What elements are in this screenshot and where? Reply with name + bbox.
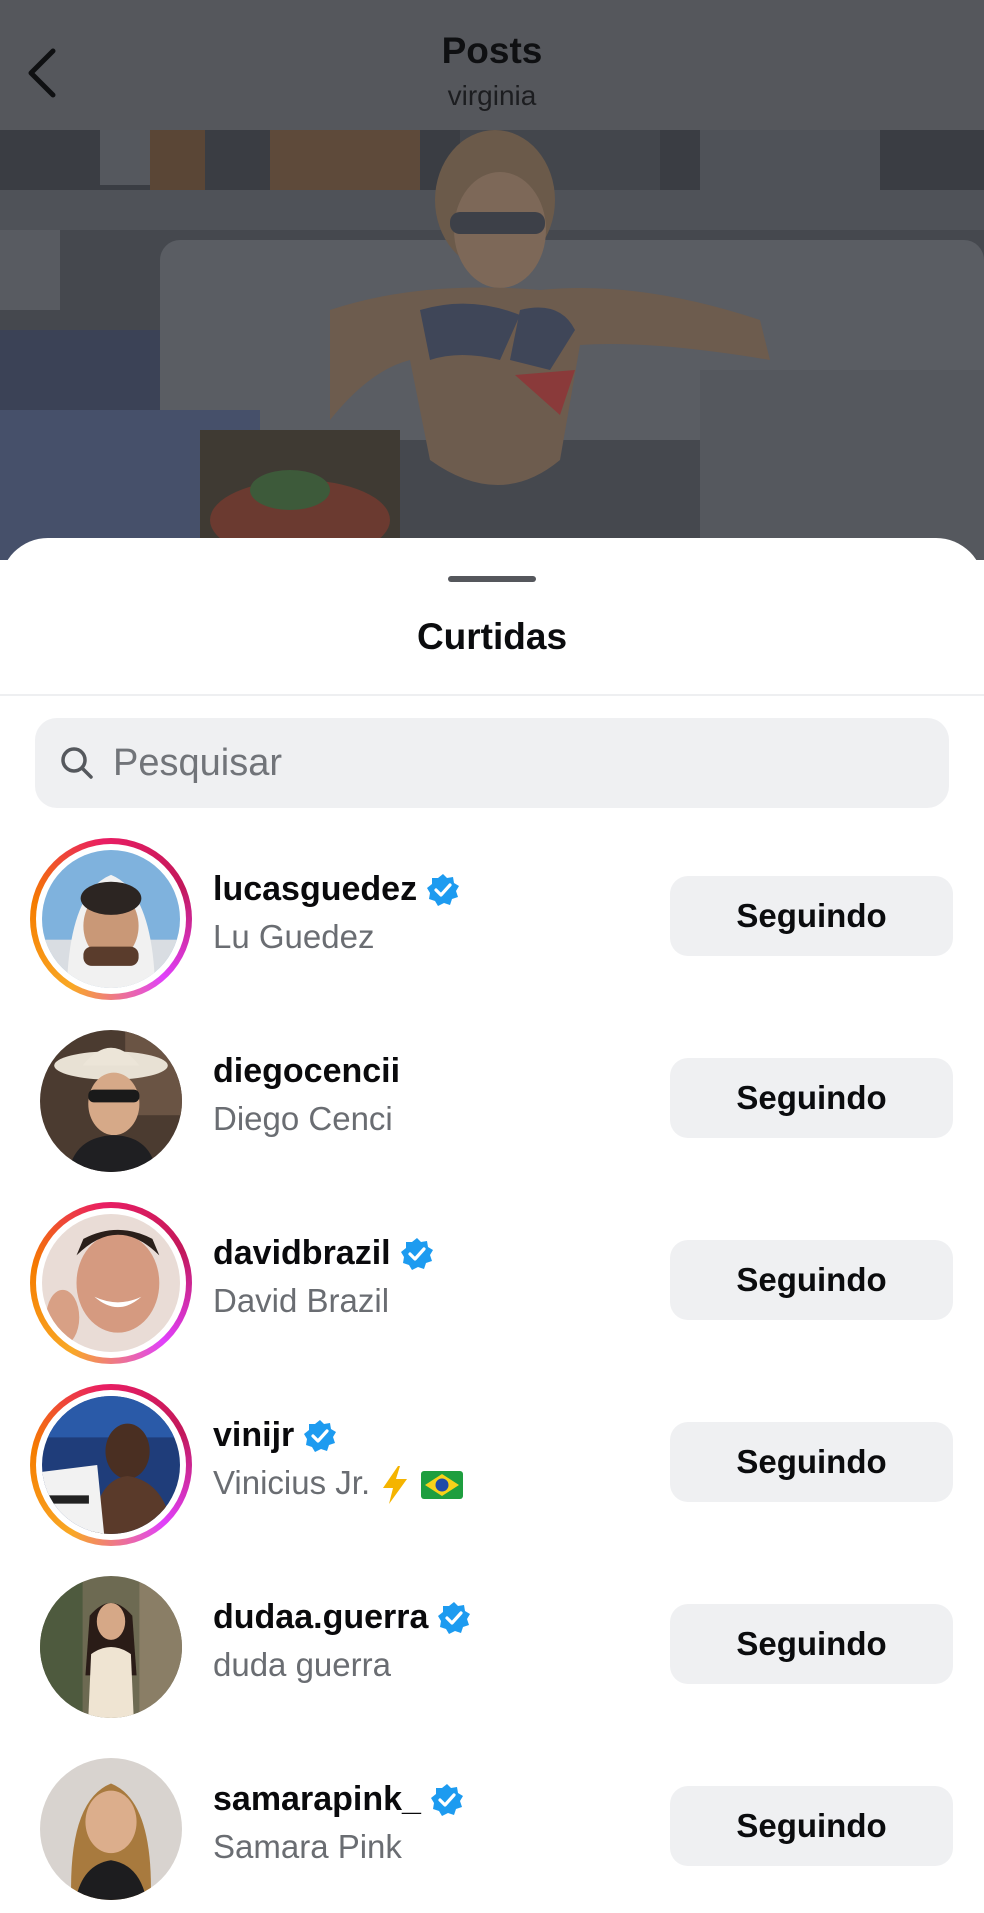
dimmed-post-background: Posts virginia (0, 0, 984, 560)
full-name: duda guerra (213, 1646, 391, 1683)
search-icon (61, 747, 93, 779)
likes-sheet: Curtidas lucasguedez Lu Guedez Seguindo (0, 538, 984, 1913)
full-name: David Brazil (213, 1282, 390, 1319)
avatar[interactable] (30, 838, 192, 1000)
top-navigation-bar: Posts virginia (0, 0, 984, 130)
page-title: Posts (441, 30, 543, 71)
full-name-text: Vinicius Jr. (213, 1464, 371, 1501)
avatar[interactable] (30, 1566, 192, 1728)
avatar[interactable] (30, 1020, 192, 1182)
lightning-emoji (383, 1466, 408, 1505)
username[interactable]: samarapink_ (213, 1780, 421, 1819)
brazil-flag-emoji (421, 1471, 464, 1500)
profile-photo (40, 1030, 182, 1172)
following-button[interactable]: Seguindo (670, 1240, 953, 1320)
avatar[interactable] (30, 1384, 192, 1546)
list-item: lucasguedez Lu Guedez Seguindo (0, 828, 984, 1010)
verified-badge-icon (400, 1237, 433, 1270)
username[interactable]: dudaa.guerra (213, 1598, 428, 1637)
following-button[interactable]: Seguindo (670, 876, 953, 956)
list-item: diegocencii Diego Cenci Seguindo (0, 1010, 984, 1192)
full-name: Samara Pink (213, 1828, 402, 1865)
full-name: Vinicius Jr. (213, 1464, 464, 1505)
username[interactable]: vinijr (213, 1416, 294, 1455)
profile-photo (42, 1396, 180, 1534)
verified-badge-icon (430, 1783, 463, 1816)
profile-photo (40, 1758, 182, 1900)
username[interactable]: davidbrazil (213, 1234, 391, 1273)
verified-badge-icon (427, 873, 460, 906)
following-button[interactable]: Seguindo (670, 1058, 953, 1138)
search-bar[interactable] (35, 718, 949, 808)
divider (0, 694, 984, 696)
profile-photo (42, 850, 180, 988)
sheet-title: Curtidas (416, 616, 568, 657)
profile-photo (42, 1214, 180, 1352)
avatar[interactable] (30, 1202, 192, 1364)
username[interactable]: diegocencii (213, 1052, 400, 1091)
following-button[interactable]: Seguindo (670, 1422, 953, 1502)
post-photo (0, 130, 984, 560)
verified-badge-icon (304, 1419, 337, 1452)
full-name: Diego Cenci (213, 1100, 393, 1137)
page-subtitle: virginia (447, 80, 537, 111)
following-button[interactable]: Seguindo (670, 1786, 953, 1866)
profile-photo (40, 1576, 182, 1718)
avatar[interactable] (30, 1748, 192, 1910)
list-item: dudaa.guerra duda guerra Seguindo (0, 1556, 984, 1738)
sheet-drag-handle[interactable] (448, 576, 536, 582)
following-button[interactable]: Seguindo (670, 1604, 953, 1684)
likes-list: lucasguedez Lu Guedez Seguindo diegocenc… (0, 828, 984, 1913)
full-name: Lu Guedez (213, 918, 375, 955)
username[interactable]: lucasguedez (213, 870, 417, 909)
list-item: davidbrazil David Brazil Seguindo (0, 1192, 984, 1374)
verified-badge-icon (438, 1601, 471, 1634)
search-input[interactable] (113, 741, 913, 785)
list-item: samarapink_ Samara Pink Seguindo (0, 1738, 984, 1913)
list-item: vinijr Vinicius Jr. Seguindo (0, 1374, 984, 1556)
